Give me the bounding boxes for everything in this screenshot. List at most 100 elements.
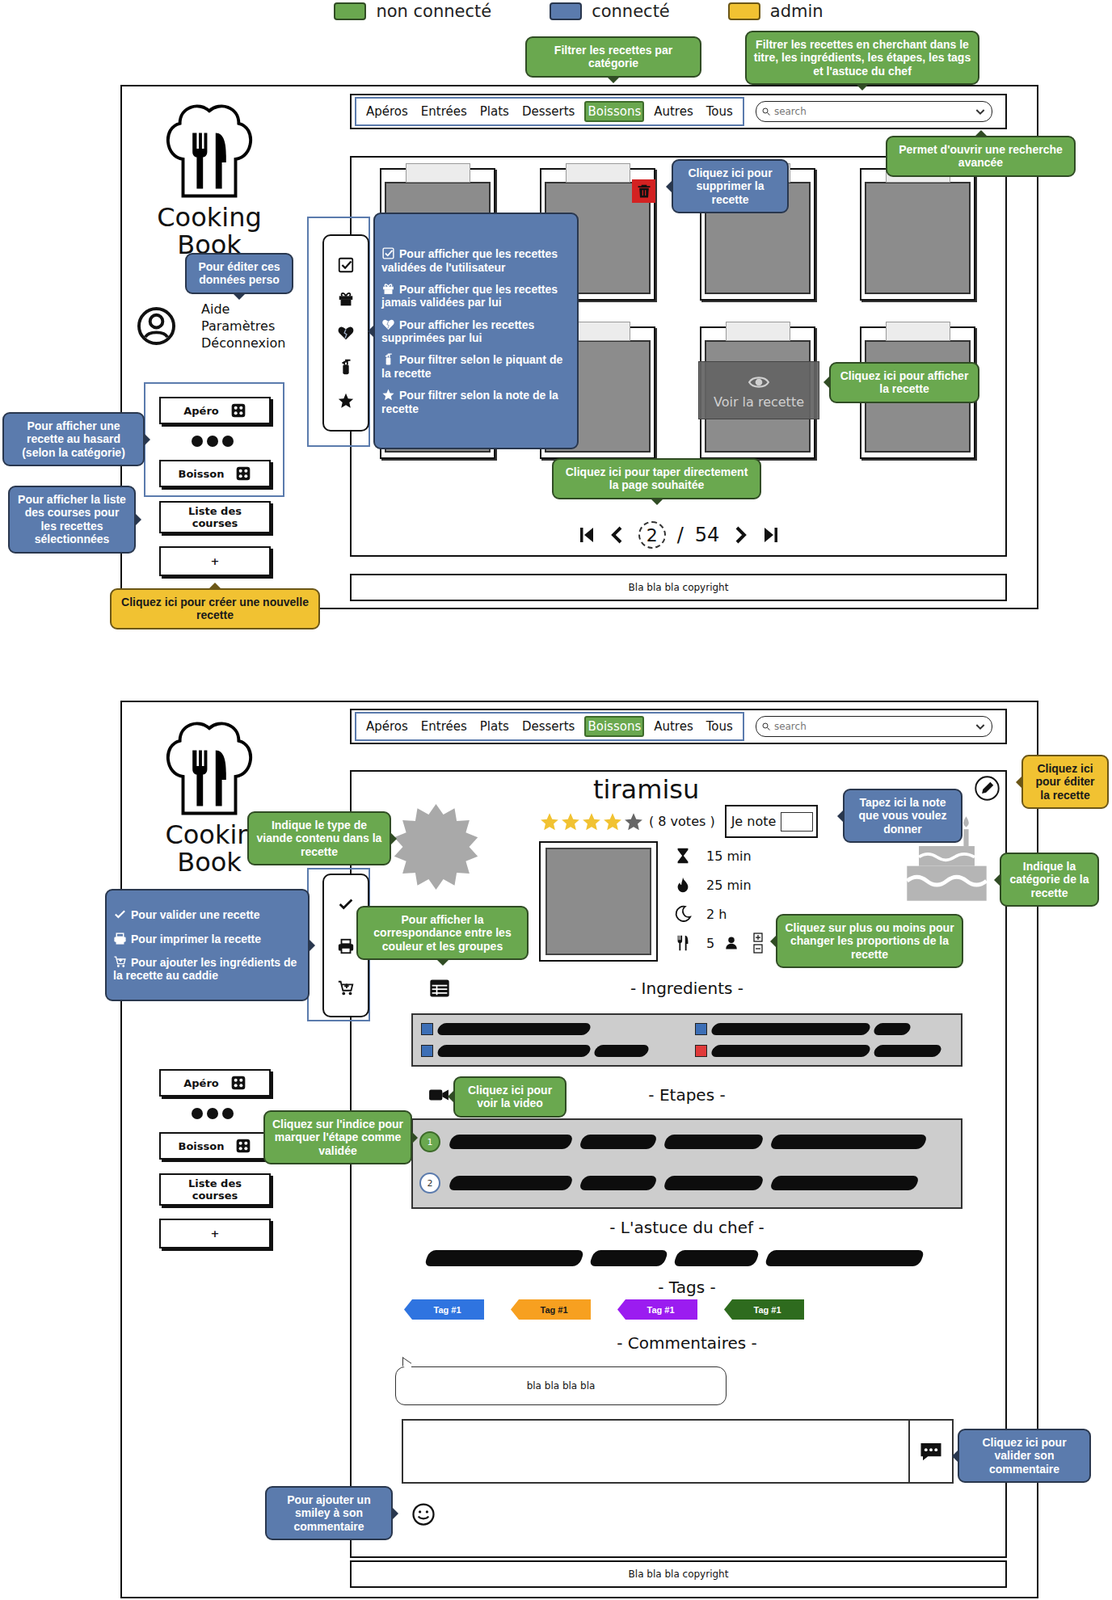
extinguisher-icon <box>381 352 396 367</box>
random-recipe-button[interactable]: Apéro <box>159 1069 271 1097</box>
help-callout: Cliquez sur plus ou moins pour changer l… <box>775 914 964 969</box>
pencil-icon <box>974 775 1000 801</box>
cart-icon[interactable] <box>336 979 355 998</box>
printer-icon[interactable] <box>336 937 355 956</box>
comment: bla bla bla bla <box>395 1366 727 1406</box>
tag[interactable]: Tag #1 <box>510 1299 591 1320</box>
view-recipe-overlay[interactable]: Voir la recette <box>698 361 820 420</box>
edit-recipe-button[interactable] <box>974 775 1000 801</box>
category-tab[interactable]: Boissons <box>584 101 645 123</box>
more-dots[interactable] <box>191 435 234 447</box>
user-avatar-icon[interactable] <box>137 307 176 346</box>
check-square-icon[interactable] <box>336 256 355 274</box>
category-tab[interactable]: Tous <box>703 716 737 738</box>
comment-input[interactable] <box>403 1420 909 1483</box>
group-color <box>421 1044 434 1058</box>
servings-row: 5 <box>673 928 763 958</box>
help-callout: Filtrer les recettes par catégorie <box>525 36 702 78</box>
category-tab[interactable]: Desserts <box>518 101 579 123</box>
legend-swatch <box>549 2 582 21</box>
help-callout: Cliquez ici pour éditer la recette <box>1021 754 1109 809</box>
random-recipe-button[interactable]: Boisson <box>159 459 271 488</box>
first-page-icon[interactable] <box>577 525 597 545</box>
gift-icon[interactable] <box>336 290 355 308</box>
shopping-list-button[interactable]: Liste des courses <box>159 1173 271 1206</box>
time-row: 25 min <box>673 870 763 900</box>
tag[interactable]: Tag #1 <box>404 1299 485 1320</box>
category-tab[interactable]: Plats <box>476 101 513 123</box>
random-recipe-button[interactable]: Apéro <box>159 396 271 425</box>
legend-item: admin <box>728 1 824 22</box>
help-callout: Cliquez ici pour supprimer la recette <box>671 159 789 214</box>
recipe-panel: tiramisu( 8 votes )Je note15 min25 min2 … <box>349 770 1007 1559</box>
next-page-icon[interactable] <box>730 525 750 545</box>
user-menu-item[interactable]: Déconnexion <box>201 334 286 352</box>
ingredient-row <box>695 1023 953 1036</box>
category-tab[interactable]: Apéros <box>362 716 412 738</box>
table-icon[interactable] <box>428 977 451 1000</box>
star-icon <box>539 811 561 833</box>
star-icon[interactable] <box>336 391 355 410</box>
hourglass-icon <box>673 846 692 865</box>
smiley-icon[interactable] <box>411 1502 436 1527</box>
check-icon[interactable] <box>336 895 355 914</box>
search-input[interactable] <box>774 720 971 733</box>
help-callout: Pour éditer ces données perso <box>185 252 294 295</box>
check-square-icon <box>381 246 396 261</box>
left-column: CookingBookAideParamètresDéconnexionApér… <box>122 86 350 608</box>
dice-icon <box>235 1137 252 1155</box>
random-recipe-button[interactable]: Boisson <box>159 1132 271 1160</box>
shopping-list-button[interactable]: Liste des courses <box>159 501 271 534</box>
help-callout: Indique le type de viande contenu dans l… <box>247 811 392 866</box>
check-icon <box>113 907 127 922</box>
category-tab[interactable]: Plats <box>476 716 513 738</box>
extinguisher-icon[interactable] <box>336 358 355 376</box>
plus-icon[interactable] <box>753 932 763 943</box>
chef-hat-icon <box>156 711 262 822</box>
last-page-icon[interactable] <box>761 525 781 545</box>
category-tab[interactable]: Boissons <box>584 716 645 738</box>
user-menu-item[interactable]: Paramètres <box>201 317 286 335</box>
help-callout: Pour ajouter un smiley à son commentaire <box>265 1486 393 1541</box>
step-number[interactable]: 2 <box>419 1172 441 1194</box>
card-tape <box>885 321 951 342</box>
add-recipe-button[interactable]: + <box>159 1218 271 1249</box>
add-recipe-button[interactable]: + <box>159 546 271 577</box>
category-tab[interactable]: Apéros <box>362 101 412 123</box>
category-tab[interactable]: Entrées <box>417 101 471 123</box>
more-dots[interactable] <box>191 1107 234 1120</box>
minus-icon[interactable] <box>753 943 763 954</box>
recipe-card[interactable] <box>859 168 976 301</box>
recipe-card[interactable]: Voir la recette <box>699 326 816 460</box>
help-callout: Indique la catégorie de la recette <box>999 852 1100 907</box>
category-tab[interactable]: Autres <box>650 101 697 123</box>
flame-icon <box>673 876 692 894</box>
trash-icon <box>636 183 653 200</box>
group-color <box>695 1023 708 1036</box>
delete-button[interactable] <box>631 179 656 203</box>
current-page-input[interactable]: 2 <box>638 521 666 549</box>
tag[interactable]: Tag #1 <box>724 1299 805 1320</box>
category-tab[interactable]: Autres <box>650 716 697 738</box>
search-input[interactable] <box>774 105 971 118</box>
heart-broken-icon <box>381 317 396 332</box>
heart-broken-icon[interactable] <box>336 324 355 342</box>
category-tab[interactable]: Entrées <box>417 716 471 738</box>
ingredient-list <box>411 1013 963 1067</box>
tag[interactable]: Tag #1 <box>617 1299 698 1320</box>
previous-page-icon[interactable] <box>607 525 628 545</box>
card-tape <box>725 321 791 342</box>
search-box <box>755 101 993 123</box>
category-tab[interactable]: Tous <box>703 101 737 123</box>
category-tabs: ApérosEntréesPlatsDessertsBoissonsAutres… <box>354 711 745 742</box>
rate-input[interactable] <box>780 812 813 832</box>
help-item: Pour ajouter les ingrédients de la recet… <box>113 955 302 983</box>
magnifier-icon <box>761 721 771 732</box>
time-row: 15 min <box>673 841 763 871</box>
chevron-down-icon[interactable] <box>973 105 987 118</box>
star-icon <box>560 811 582 833</box>
category-tab[interactable]: Desserts <box>518 716 579 738</box>
tags-heading: - Tags - <box>411 1275 963 1300</box>
random-recipe-group: Apéro Boisson <box>143 382 285 498</box>
chevron-down-icon[interactable] <box>973 720 987 733</box>
